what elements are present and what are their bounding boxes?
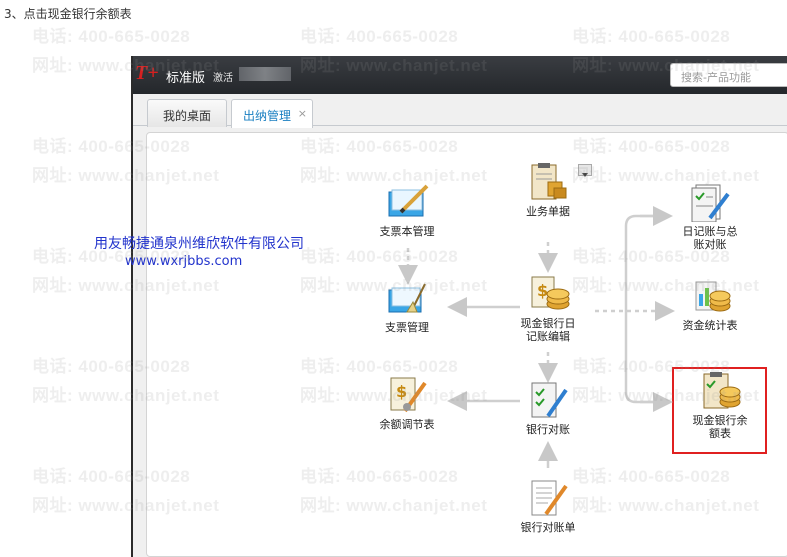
- top-bar: T+ 标准版 激活 搜索-产品功能: [133, 56, 787, 94]
- clipboard-coins-icon: [703, 372, 741, 409]
- edition-label: 标准版: [166, 71, 206, 86]
- tab-cashier-management[interactable]: 出纳管理 ×: [231, 99, 313, 128]
- node-bank-statement[interactable]: 银行对账单: [498, 478, 598, 534]
- close-icon[interactable]: ×: [298, 107, 307, 120]
- tab-label: 我的桌面: [162, 109, 211, 123]
- node-check-management[interactable]: 支票管理: [357, 278, 457, 334]
- node-cash-bank-balance-sheet[interactable]: 现金银行余 额表: [670, 371, 770, 440]
- document-pencil-icon: [531, 480, 568, 516]
- node-label: 支票本管理: [379, 225, 435, 238]
- checklist-pencil-icon: [531, 382, 568, 418]
- money-coins-icon: $: [531, 276, 570, 310]
- watermark-phone: 电话: 400-665-0028: [32, 27, 191, 46]
- node-fund-statistics[interactable]: 资金统计表: [660, 276, 760, 332]
- svg-text:$: $: [396, 382, 407, 401]
- node-cash-bank-journal[interactable]: $ 现金银行日 记账编辑: [498, 274, 598, 343]
- tab-bar: 我的桌面 出纳管理 ×: [133, 94, 787, 128]
- node-label: 记账编辑: [526, 330, 570, 343]
- watermark-phone: 电话: 400-665-0028: [300, 27, 459, 46]
- search-input[interactable]: 搜索-产品功能: [670, 63, 787, 87]
- node-bank-reconciliation[interactable]: 银行对账: [498, 380, 598, 436]
- chart-coins-icon: [695, 281, 731, 312]
- checklist-pencil-icon: [691, 184, 730, 222]
- node-label: 银行对账: [526, 423, 570, 436]
- node-label: 支票管理: [385, 321, 429, 334]
- svg-text:$: $: [537, 281, 548, 300]
- node-label: 余额调节表: [379, 418, 435, 431]
- chevron-down-icon: [582, 173, 588, 177]
- tab-label: 出纳管理: [242, 109, 291, 123]
- node-balance-adjustment[interactable]: $ 余额调节表: [357, 375, 457, 431]
- node-label: 额表: [709, 427, 731, 440]
- node-label: 银行对账单: [520, 521, 576, 534]
- company-site-text: www.wxrjbbs.com: [125, 254, 243, 269]
- clipboard-boxes-icon: [531, 163, 567, 200]
- blurred-info: [239, 67, 291, 81]
- check-broom-icon: [388, 283, 426, 313]
- node-check-book-management[interactable]: 支票本管理: [357, 182, 457, 238]
- step-instruction: 3、点击现金银行余额表: [4, 7, 132, 21]
- check-book-icon: [388, 184, 429, 217]
- node-label: 现金银行余: [692, 414, 748, 427]
- node-journal-total-reconcile[interactable]: 日记账与总 账对账: [660, 182, 760, 251]
- node-label: 业务单据: [526, 205, 570, 218]
- money-document-pencil-icon: $: [390, 377, 427, 413]
- product-logo: T+: [135, 62, 159, 84]
- node-label: 账对账: [693, 238, 727, 251]
- dropdown-toggle-icon[interactable]: [578, 164, 592, 177]
- tab-my-desktop[interactable]: 我的桌面: [147, 99, 227, 127]
- node-label: 资金统计表: [682, 319, 738, 332]
- activate-link[interactable]: 激活: [213, 69, 233, 84]
- company-overlay-text: 用友畅捷通泉州维欣软件有限公司: [94, 236, 304, 252]
- node-label: 日记账与总: [682, 225, 738, 238]
- watermark-phone: 电话: 400-665-0028: [572, 27, 731, 46]
- node-label: 现金银行日: [520, 317, 576, 330]
